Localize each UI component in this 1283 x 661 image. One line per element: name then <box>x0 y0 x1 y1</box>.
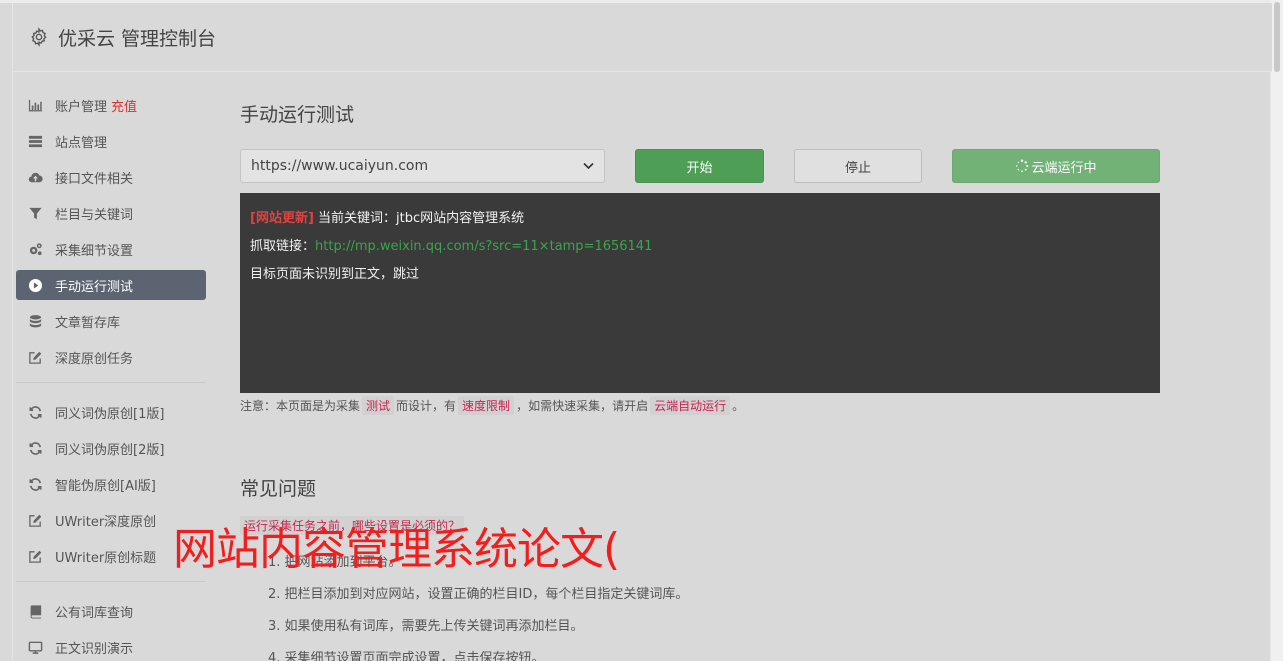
sidebar-item-label: 接口文件相关 <box>55 171 134 187</box>
notice-text: 注意：本页面是为采集 <box>240 398 361 413</box>
log-text: 当前关键词：jtbc网站内容管理系统 <box>313 211 525 226</box>
notice-code: 测试 <box>362 395 395 415</box>
log-line: 抓取链接：http://mp.weixin.qq.com/s?src=11×ta… <box>250 233 1150 261</box>
sidebar-item-label: 手动运行测试 <box>55 279 134 295</box>
refresh-icon <box>26 476 44 492</box>
scrollbar-thumb[interactable] <box>1274 2 1280 72</box>
notice-text: 。 <box>732 398 745 413</box>
log-tag: [网站更新] <box>250 211 314 226</box>
server-icon <box>26 133 44 149</box>
cogs-icon <box>26 241 44 257</box>
fetched-link[interactable]: http://mp.weixin.qq.com/s?src=11×tamp=16… <box>315 239 652 254</box>
sidebar-item-sites[interactable]: 站点管理 <box>16 126 206 156</box>
stop-button[interactable]: 停止 <box>794 149 922 183</box>
monitor-icon <box>26 639 44 655</box>
gear-icon <box>31 27 47 47</box>
sidebar-item-synonym-v1[interactable]: 同义词伪原创[1版] <box>16 397 206 427</box>
faq-title: 常见问题 <box>240 478 317 500</box>
notice-code: 云端自动运行 <box>650 395 731 415</box>
speed-limit-notice: 注意：本页面是为采集 测试 而设计，有 速度限制 ，如需快速采集，请开启 云端自… <box>240 395 1160 415</box>
sidebar-item-label: 采集细节设置 <box>55 243 134 259</box>
refresh-icon <box>26 440 44 456</box>
sidebar-item-manual-run[interactable]: 手动运行测试 <box>16 270 206 300</box>
run-log-console: [网站更新] 当前关键词：jtbc网站内容管理系统 抓取链接：http://mp… <box>240 193 1160 393</box>
sidebar-item-columns-keywords[interactable]: 栏目与关键词 <box>16 198 206 228</box>
list-item: 3. 如果使用私有词库，需要先上传关键词再添加栏目。 <box>268 619 584 634</box>
page-scrollbar[interactable] <box>1271 0 1283 661</box>
list-item: 2. 把栏目添加到对应网站，设置正确的栏目ID，每个栏目指定关键词库。 <box>268 587 689 602</box>
sidebar-item-interface-files[interactable]: 接口文件相关 <box>16 162 206 192</box>
log-line: [网站更新] 当前关键词：jtbc网站内容管理系统 <box>250 205 1150 233</box>
app-title: 优采云 管理控制台 <box>58 27 217 50</box>
log-line: 目标页面未识别到正文，跳过 <box>250 267 420 282</box>
sidebar-item-synonym-v2[interactable]: 同义词伪原创[2版] <box>16 433 206 463</box>
site-select-value: https://www.ucaiyun.com <box>251 158 429 174</box>
site-select[interactable]: https://www.ucaiyun.com <box>240 149 605 183</box>
chevron-down-icon <box>583 162 594 170</box>
page-title: 手动运行测试 <box>240 104 355 126</box>
sidebar-item-label: 文章暂存库 <box>55 315 121 331</box>
database-icon <box>26 313 44 329</box>
recharge-link[interactable]: 充值 <box>111 96 137 115</box>
sidebar-item-text-recognition[interactable]: 正文识别演示 <box>16 632 206 661</box>
cloud-upload-icon <box>26 169 44 185</box>
edit-icon <box>26 548 44 564</box>
sidebar-item-label: 站点管理 <box>55 135 108 151</box>
cloud-run-button[interactable]: 云端运行中 <box>952 149 1160 183</box>
play-circle-icon <box>26 277 44 293</box>
cloud-run-label: 云端运行中 <box>1031 160 1097 176</box>
top-header: 优采云 管理控制台 <box>13 3 1272 72</box>
sidebar-divider <box>16 382 206 383</box>
edit-icon <box>26 512 44 528</box>
notice-code: 速度限制 <box>458 395 515 415</box>
sidebar-item-label: 公有词库查询 <box>55 605 134 621</box>
sidebar-divider <box>16 581 206 582</box>
list-item: 4. 采集细节设置页面完成设置，点击保存按钮。 <box>268 651 545 661</box>
overlay-title-text: 网站内容管理系统论文( <box>173 524 620 575</box>
sidebar-item-account[interactable]: 账户管理 充值 <box>16 90 206 120</box>
sidebar-item-collect-settings[interactable]: 采集细节设置 <box>16 234 206 264</box>
edit-icon <box>26 349 44 365</box>
run-controls: https://www.ucaiyun.com 开始 停止 云端运行中 <box>240 149 1160 183</box>
sidebar-item-article-storage[interactable]: 文章暂存库 <box>16 306 206 336</box>
sidebar-item-label: 账户管理 <box>55 99 108 115</box>
sidebar-item-label: 正文识别演示 <box>55 641 134 657</box>
sidebar-item-label: 深度原创任务 <box>55 351 134 367</box>
bar-chart-icon <box>26 97 44 113</box>
sidebar-item-label: 栏目与关键词 <box>55 207 134 223</box>
filter-icon <box>26 205 44 221</box>
log-label: 抓取链接： <box>250 239 316 254</box>
notice-text: 而设计，有 <box>396 398 457 413</box>
sidebar-item-label: UWriter原创标题 <box>55 550 157 566</box>
sidebar-item-label: 同义词伪原创[1版] <box>55 406 165 422</box>
notice-text: ，如需快速采集，请开启 <box>516 398 649 413</box>
sidebar-item-label: 智能伪原创[AI版] <box>55 478 156 494</box>
sidebar-item-label: UWriter深度原创 <box>55 514 157 530</box>
refresh-icon <box>26 404 44 420</box>
sidebar-item-public-lexicon[interactable]: 公有词库查询 <box>16 596 206 626</box>
book-icon <box>26 603 44 619</box>
spinner-icon <box>1016 159 1029 173</box>
sidebar-item-deep-original[interactable]: 深度原创任务 <box>16 342 206 372</box>
start-button[interactable]: 开始 <box>635 149 764 183</box>
sidebar-item-ai-rewrite[interactable]: 智能伪原创[AI版] <box>16 469 206 499</box>
sidebar-item-label: 同义词伪原创[2版] <box>55 442 165 458</box>
